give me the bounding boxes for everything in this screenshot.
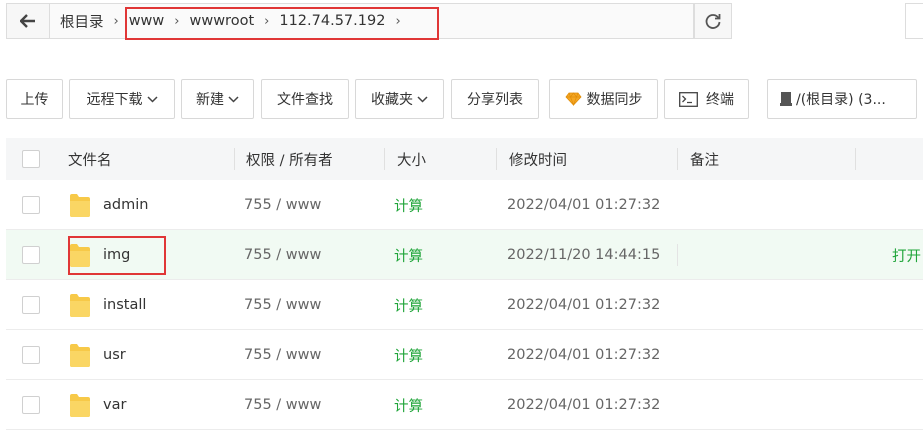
file-mtime: 2022/11/20 14:44:15 [507,247,661,263]
file-mtime: 2022/04/01 01:27:32 [507,397,661,413]
file-name[interactable]: admin [103,180,148,230]
header-filename[interactable]: 文件名 [68,138,112,180]
disk-icon [780,91,792,107]
chevron-down-icon [228,95,239,103]
file-search-label: 文件查找 [277,92,333,108]
row-checkbox[interactable] [22,396,40,414]
file-size-calc[interactable]: 计算 [394,380,423,430]
data-sync-button[interactable]: 数据同步 [549,79,658,119]
folder-icon [70,294,90,317]
search-box-edge[interactable] [905,3,923,39]
breadcrumb-item-www[interactable]: www [121,13,173,29]
data-sync-label: 数据同步 [586,92,643,108]
folder-icon [70,344,90,367]
breadcrumb-item-wwwroot[interactable]: wwwroot [181,13,262,29]
header-size[interactable]: 大小 [397,138,426,180]
new-button[interactable]: 新建 [181,79,254,119]
column-divider [234,148,235,170]
row-checkbox[interactable] [22,296,40,314]
disk-label: /(根目录) (3... [796,92,886,108]
breadcrumb-item-site[interactable]: 112.74.57.192 [271,13,393,29]
refresh-icon [705,14,721,29]
file-permission[interactable]: 755 / www [244,180,321,230]
share-list-label: 分享列表 [467,92,523,108]
file-mtime: 2022/04/01 01:27:32 [507,297,661,313]
back-button[interactable] [6,3,50,39]
table-row[interactable]: img 755 / www 计算 2022/11/20 14:44:15 打开 [6,230,923,280]
toolbar: 上传 远程下载 新建 文件查找 收藏夹 分享列表 数据同步 终端 /(根目录) … [0,79,923,119]
file-size-calc[interactable]: 计算 [394,180,423,230]
column-divider [677,244,678,266]
open-link[interactable]: 打开 [892,230,921,280]
folder-icon [70,194,90,217]
breadcrumb: 根目录 › www › wwwroot › 112.74.57.192 › [50,3,694,39]
header-mtime[interactable]: 修改时间 [509,138,567,180]
chevron-right-icon: › [395,13,401,29]
terminal-label: 终端 [706,92,734,108]
terminal-icon [679,91,698,107]
remote-download-button[interactable]: 远程下载 [69,79,175,119]
file-search-button[interactable]: 文件查找 [261,79,349,119]
share-list-button[interactable]: 分享列表 [451,79,539,119]
file-permission[interactable]: 755 / www [244,330,321,380]
path-bar: 根目录 › www › wwwroot › 112.74.57.192 › [6,3,732,40]
file-name[interactable]: img [103,230,130,280]
column-divider [496,148,497,170]
favorites-label: 收藏夹 [371,92,413,108]
file-name[interactable]: var [103,380,126,430]
select-all-checkbox[interactable] [22,150,40,168]
upload-label: 上传 [20,92,49,108]
file-permission[interactable]: 755 / www [244,230,321,280]
file-mtime: 2022/04/01 01:27:32 [507,347,661,363]
remote-download-label: 远程下载 [86,92,143,108]
header-note: 备注 [690,152,719,169]
row-checkbox[interactable] [22,196,40,214]
table-row[interactable]: usr 755 / www 计算 2022/04/01 01:27:32 [6,330,923,380]
chevron-right-icon: › [113,13,119,29]
back-arrow-icon [20,14,35,28]
refresh-button[interactable] [694,3,732,39]
table-row[interactable]: install 755 / www 计算 2022/04/01 01:27:32 [6,280,923,330]
file-permission[interactable]: 755 / www [244,380,321,430]
table-row[interactable]: admin 755 / www 计算 2022/04/01 01:27:32 [6,180,923,230]
file-size-calc[interactable]: 计算 [394,330,423,380]
gem-icon [564,92,582,106]
folder-icon [70,244,90,267]
breadcrumb-root[interactable]: 根目录 [50,11,112,32]
upload-button[interactable]: 上传 [6,79,63,119]
header-permission[interactable]: 权限 / 所有者 [246,138,333,180]
file-size-calc[interactable]: 计算 [394,280,423,330]
row-checkbox[interactable] [22,346,40,364]
folder-icon [70,394,90,417]
favorites-button[interactable]: 收藏夹 [355,79,444,119]
chevron-down-icon [417,95,428,103]
chevron-right-icon: › [174,13,180,29]
table-row[interactable]: var 755 / www 计算 2022/04/01 01:27:32 [6,380,923,430]
file-name[interactable]: usr [103,330,126,380]
column-divider [855,148,856,170]
file-permission[interactable]: 755 / www [244,280,321,330]
column-divider [677,148,678,170]
table-header: 文件名 权限 / 所有者 大小 修改时间 备注 [6,138,923,180]
chevron-right-icon: › [264,13,270,29]
column-divider [384,148,385,170]
file-name[interactable]: install [103,280,146,330]
disk-button[interactable]: /(根目录) (3... [767,79,917,119]
new-label: 新建 [196,92,224,108]
file-table: 文件名 权限 / 所有者 大小 修改时间 备注 admin 755 / www … [6,138,923,430]
chevron-down-icon [146,95,158,103]
file-size-calc[interactable]: 计算 [394,230,423,280]
file-mtime: 2022/04/01 01:27:32 [507,197,661,213]
terminal-button[interactable]: 终端 [664,79,749,119]
row-checkbox[interactable] [22,246,40,264]
